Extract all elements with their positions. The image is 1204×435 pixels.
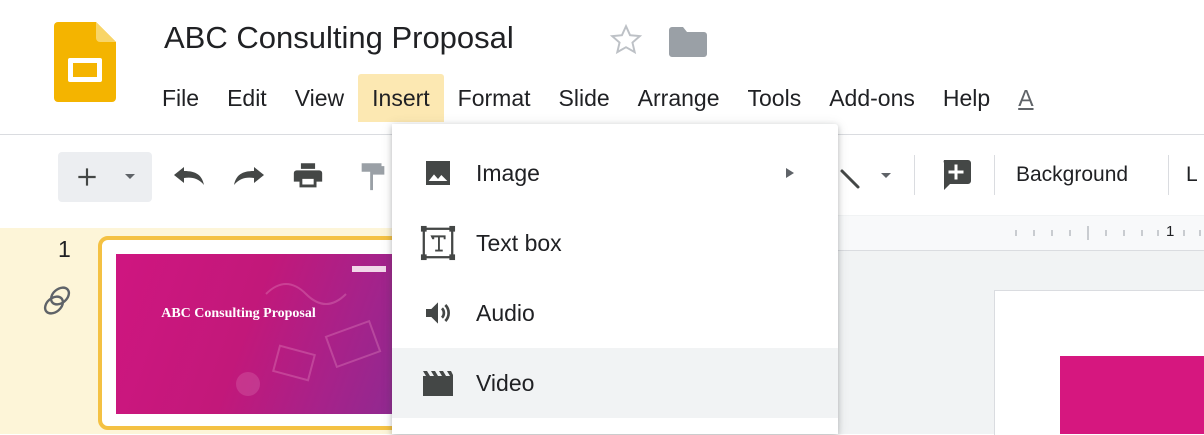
insert-menu-label: Video xyxy=(476,369,535,396)
menu-arrange[interactable]: Arrange xyxy=(624,74,734,122)
insert-menu-label: Image xyxy=(476,159,540,186)
add-comment-icon[interactable] xyxy=(938,157,974,193)
thumbnail-title: ABC Consulting Proposal xyxy=(161,306,316,321)
ruler: 1 xyxy=(838,216,1204,251)
plus-icon xyxy=(78,168,96,186)
insert-menu-dropdown: Image Text box Audio Video xyxy=(392,124,838,434)
slide-thumbnail[interactable]: ABC Consulting Proposal xyxy=(116,254,406,414)
insert-menu-item-audio[interactable]: Audio xyxy=(392,278,838,348)
background-button[interactable]: Background xyxy=(1004,155,1140,195)
layout-button[interactable]: L xyxy=(1186,155,1198,195)
insert-menu-label: Audio xyxy=(476,299,535,326)
insert-menu-item-text-box[interactable]: Text box xyxy=(392,208,838,278)
insert-menu-item-video[interactable]: Video xyxy=(392,348,838,418)
menu-edit[interactable]: Edit xyxy=(213,74,281,122)
toolbar-divider xyxy=(994,155,995,195)
slide-background-image xyxy=(1060,356,1204,434)
thumbnail-accent-bar xyxy=(352,266,386,272)
thumbnail-photo-overlay xyxy=(236,283,382,396)
video-icon xyxy=(420,365,456,401)
menu-tools[interactable]: Tools xyxy=(734,74,816,122)
star-icon[interactable] xyxy=(608,22,644,58)
slide-number: 1 xyxy=(58,236,71,262)
insert-menu-label: Text box xyxy=(476,229,562,256)
redo-icon[interactable] xyxy=(230,163,268,189)
print-icon[interactable] xyxy=(290,159,326,193)
ruler-ticks xyxy=(1015,226,1201,240)
toolbar-divider xyxy=(1168,155,1169,195)
paint-format-icon[interactable] xyxy=(356,159,390,193)
text-box-icon xyxy=(420,225,456,261)
slides-logo-icon[interactable] xyxy=(54,22,116,102)
menu-add-ons[interactable]: Add-ons xyxy=(815,74,929,122)
link-icon xyxy=(40,284,76,318)
insert-menu-item-image[interactable]: Image xyxy=(392,138,838,208)
submenu-arrow-icon xyxy=(786,168,794,178)
menu-bar: File Edit View Insert Format Slide Arran… xyxy=(148,74,1034,122)
menu-help[interactable]: Help xyxy=(929,74,1004,122)
line-dropdown-chevron-icon[interactable] xyxy=(878,169,894,183)
ruler-label: 1 xyxy=(1166,223,1175,240)
new-slide-button[interactable] xyxy=(58,152,152,202)
chevron-down-icon xyxy=(125,174,135,179)
image-icon xyxy=(420,155,456,191)
last-edit-link[interactable]: A xyxy=(1004,74,1033,122)
menu-slide[interactable]: Slide xyxy=(545,74,624,122)
undo-icon[interactable] xyxy=(170,163,208,189)
line-tool-icon[interactable] xyxy=(838,161,864,191)
menu-format[interactable]: Format xyxy=(444,74,545,122)
document-title[interactable]: ABC Consulting Proposal xyxy=(164,20,514,56)
audio-icon xyxy=(420,295,456,331)
menu-insert[interactable]: Insert xyxy=(358,74,444,122)
menu-file[interactable]: File xyxy=(148,74,213,122)
toolbar-divider xyxy=(914,155,915,195)
folder-icon[interactable] xyxy=(669,27,707,57)
menu-view[interactable]: View xyxy=(281,74,358,122)
